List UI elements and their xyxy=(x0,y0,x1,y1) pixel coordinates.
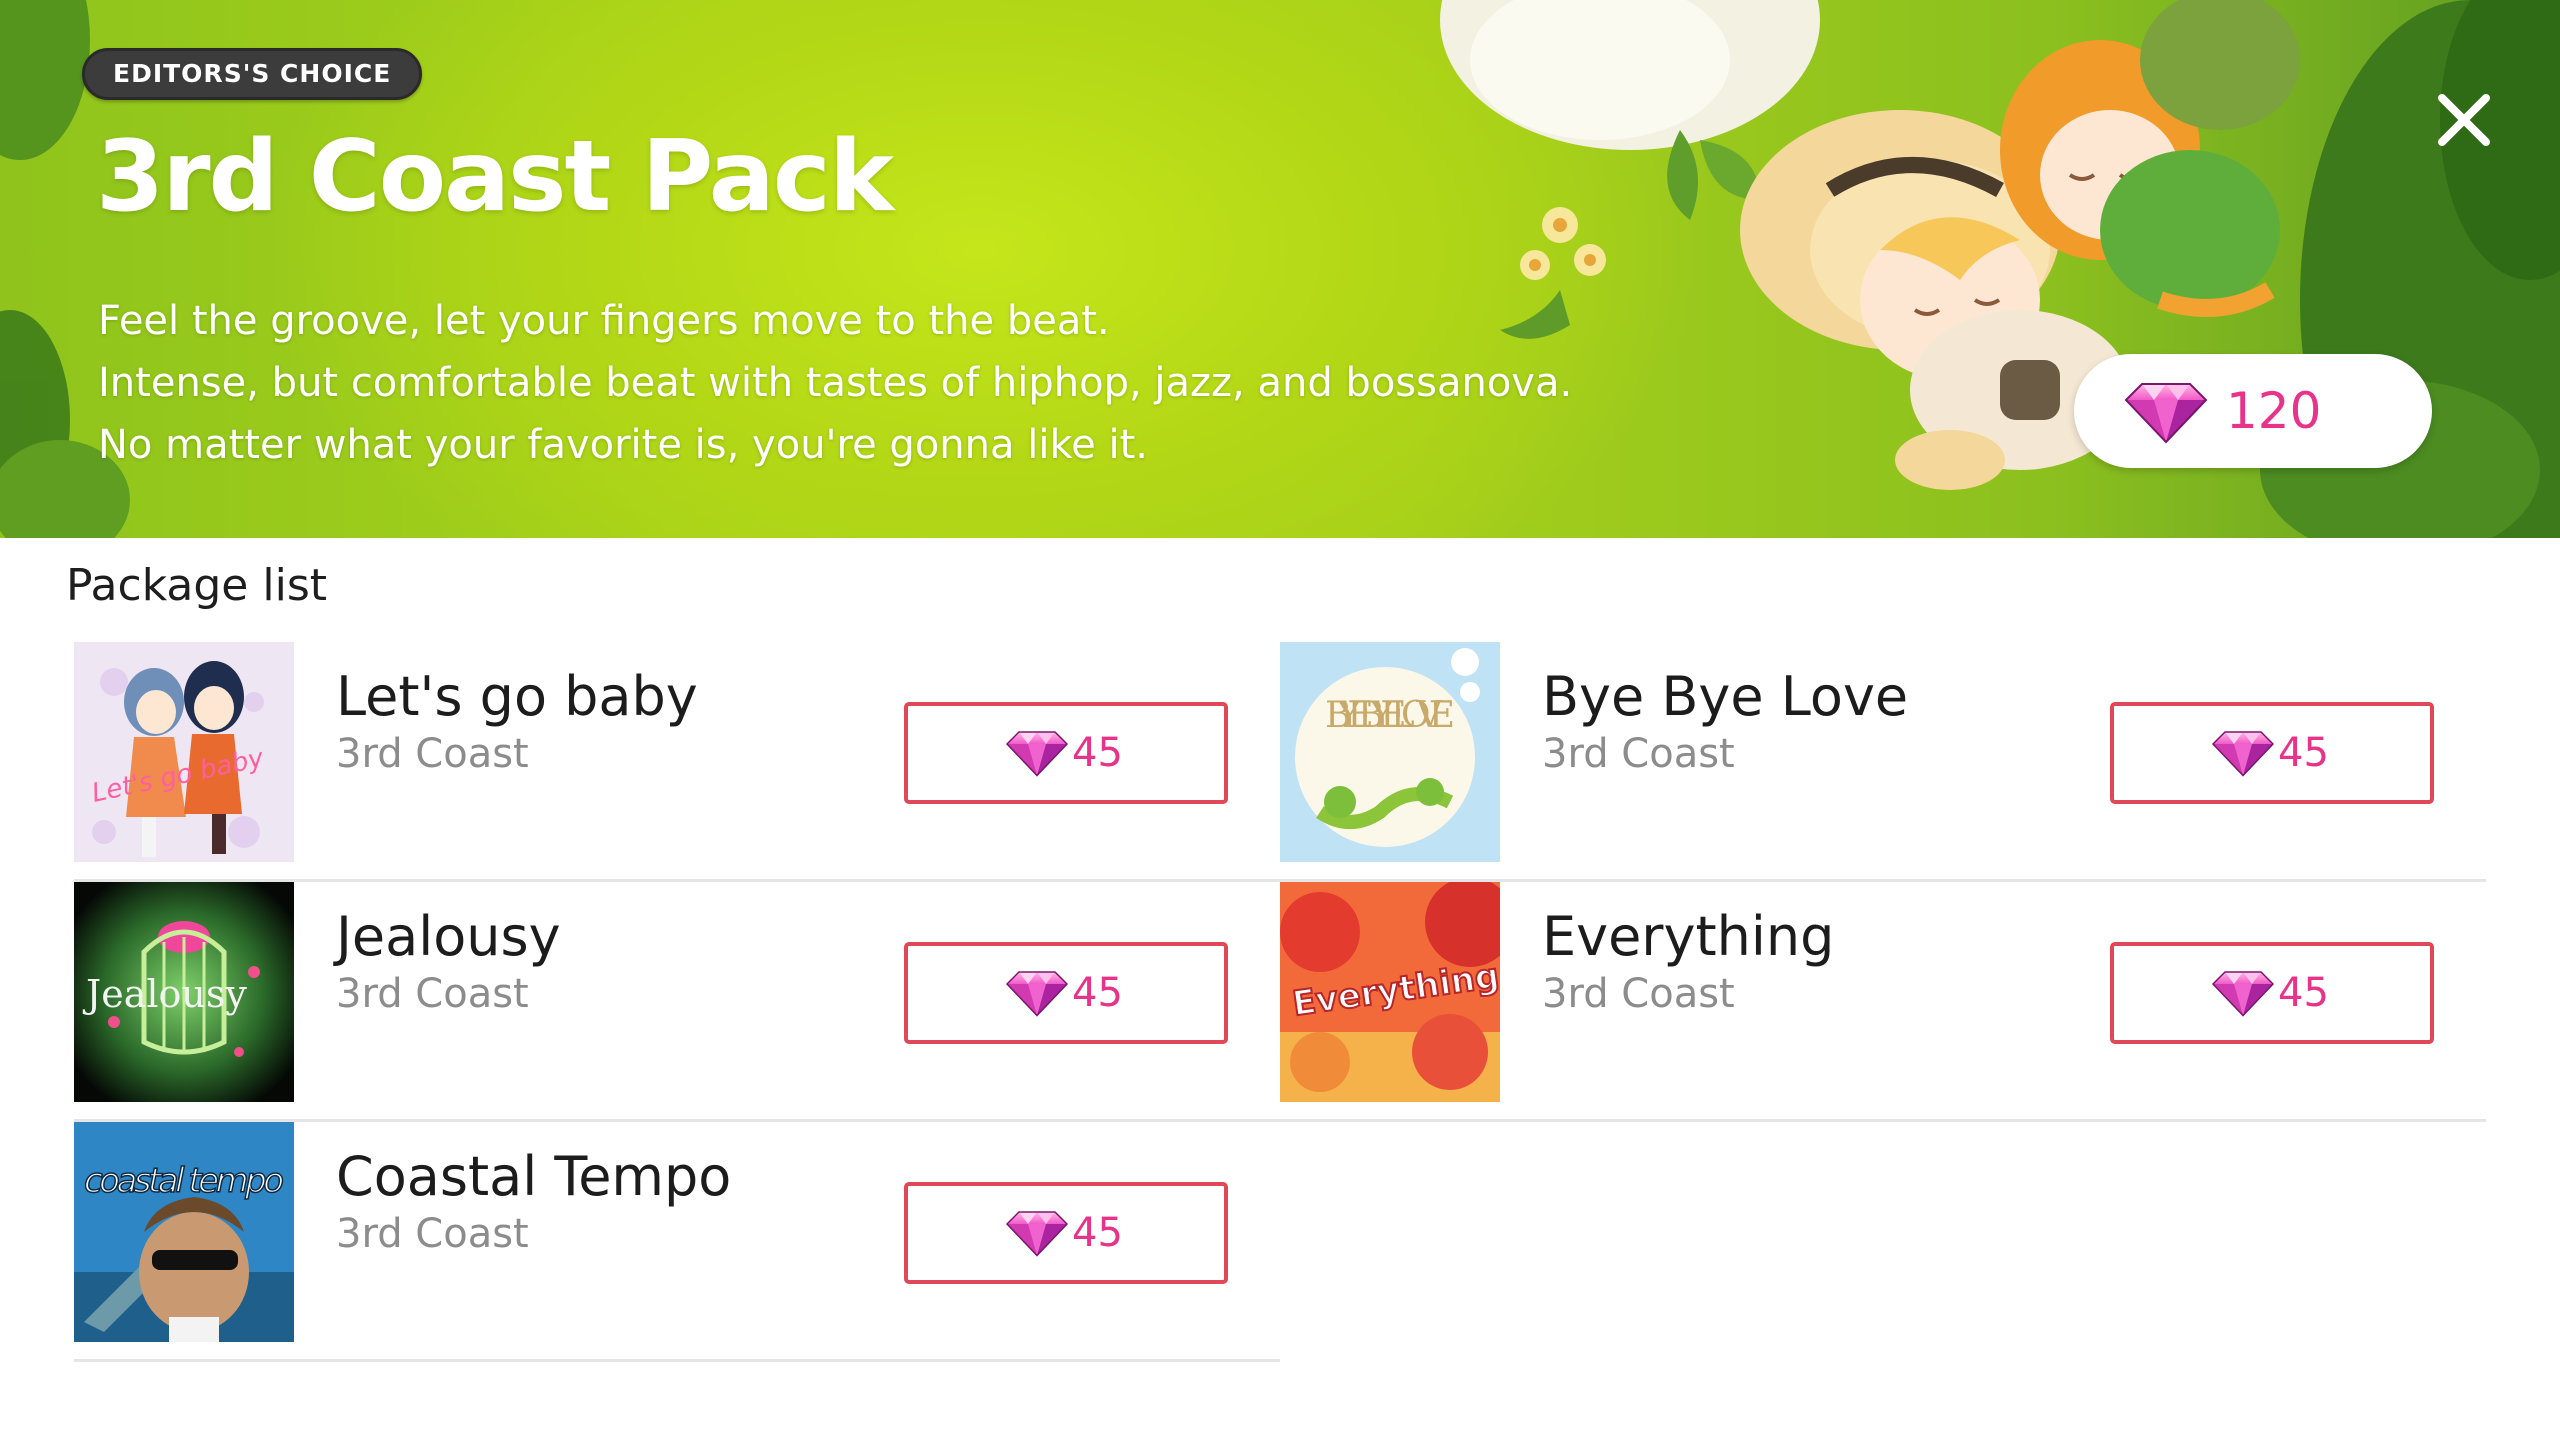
close-icon xyxy=(2438,94,2490,146)
package-list-title: Package list xyxy=(66,560,327,611)
list-item: BYE BYE LOVE Bye Bye Love 3rd Coast 45 xyxy=(1280,642,2486,882)
song-cover: BYE BYE LOVE xyxy=(1280,642,1500,862)
cover-text: Jealousy xyxy=(82,972,247,1016)
buy-button[interactable]: 45 xyxy=(2110,702,2434,804)
song-title: Coastal Tempo xyxy=(336,1145,732,1208)
cover-text: BYE BYE LOVE xyxy=(1325,695,1455,736)
description-line: Intense, but comfortable beat with taste… xyxy=(98,360,1573,406)
price-label: 45 xyxy=(2278,730,2329,776)
gem-icon xyxy=(1004,728,1070,778)
song-artist: 3rd Coast xyxy=(336,971,529,1017)
song-artist: 3rd Coast xyxy=(1542,971,1735,1017)
price-label: 45 xyxy=(2278,970,2329,1016)
song-cover: Let's go baby xyxy=(74,642,294,862)
pack-buy-button[interactable]: 120 xyxy=(2074,354,2432,468)
description-line: No matter what your favorite is, you're … xyxy=(98,422,1149,468)
list-item: coastal tempo Coastal Tempo 3rd Coast 45 xyxy=(74,1122,1280,1362)
song-artist: 3rd Coast xyxy=(1542,731,1735,777)
pack-price: 120 xyxy=(2226,382,2322,440)
row-divider xyxy=(74,1359,1280,1362)
gem-icon xyxy=(1004,968,1070,1018)
cover-text: coastal tempo xyxy=(84,1161,284,1201)
song-cover: Jealousy xyxy=(74,882,294,1102)
close-button[interactable] xyxy=(2428,84,2500,156)
buy-button[interactable]: 45 xyxy=(904,1182,1228,1284)
song-title: Bye Bye Love xyxy=(1542,665,1909,728)
song-artist: 3rd Coast xyxy=(336,1211,529,1257)
price-label: 45 xyxy=(1072,730,1123,776)
price-label: 45 xyxy=(1072,1210,1123,1256)
song-cover: Everything xyxy=(1280,882,1500,1102)
buy-button[interactable]: 45 xyxy=(904,702,1228,804)
list-item: Everything Everything 3rd Coast 45 xyxy=(1280,882,2486,1122)
gem-icon xyxy=(2210,968,2276,1018)
row-divider xyxy=(1280,1119,2486,1122)
song-title: Jealousy xyxy=(336,905,561,968)
song-title: Let's go baby xyxy=(336,665,698,728)
pack-banner: EDITORS'S CHOICE 3rd Coast Pack Feel the… xyxy=(0,0,2560,538)
price-label: 45 xyxy=(1072,970,1123,1016)
buy-button[interactable]: 45 xyxy=(2110,942,2434,1044)
song-title: Everything xyxy=(1542,905,1835,968)
gem-icon xyxy=(2210,728,2276,778)
gem-icon xyxy=(2122,380,2210,444)
song-cover: coastal tempo xyxy=(74,1122,294,1342)
pack-description: Feel the groove, let your fingers move t… xyxy=(98,290,1598,476)
list-item: Jealousy Jealousy 3rd Coast 45 xyxy=(74,882,1280,1122)
song-artist: 3rd Coast xyxy=(336,731,529,777)
gem-icon xyxy=(1004,1208,1070,1258)
description-line: Feel the groove, let your fingers move t… xyxy=(98,298,1110,344)
editors-choice-badge: EDITORS'S CHOICE xyxy=(82,48,423,100)
pack-title: 3rd Coast Pack xyxy=(96,120,894,234)
buy-button[interactable]: 45 xyxy=(904,942,1228,1044)
list-item: Let's go baby Let's go baby 3rd Coast 45 xyxy=(74,642,1280,882)
